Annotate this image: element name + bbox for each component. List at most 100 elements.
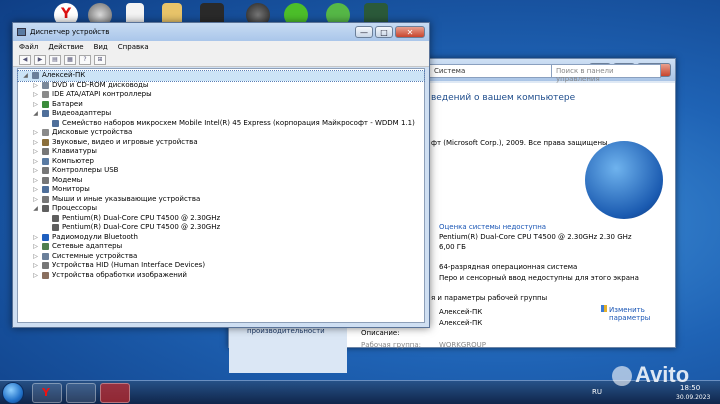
device-category-icon — [52, 224, 59, 231]
expand-arrow-icon[interactable]: ▷ — [32, 233, 39, 243]
performance-link[interactable]: производительности — [247, 327, 325, 335]
tree-item-label: Дисковые устройства — [52, 128, 133, 136]
tree-item[interactable]: ▷ Устройства HID (Human Interface Devices… — [18, 261, 424, 271]
device-manager-icon — [17, 28, 26, 36]
device-category-icon — [42, 186, 49, 193]
expand-arrow-icon[interactable]: ▷ — [32, 138, 39, 148]
tree-item[interactable]: ◢ Видеоадаптеры — [18, 109, 424, 119]
tree-item[interactable]: ▷ Системные устройства — [18, 252, 424, 262]
device-category-icon — [42, 110, 49, 117]
tree-item[interactable]: ▷ Звуковые, видео и игровые устройства — [18, 138, 424, 148]
tree-item-label: Устройства обработки изображений — [52, 270, 187, 279]
system-copyright: фт (Microsoft Corp.), 2009. Все права за… — [431, 139, 610, 147]
tree-item[interactable]: ◢ Процессоры — [18, 204, 424, 214]
taskbar-desktop[interactable] — [66, 383, 96, 403]
system-cpu: Pentium(R) Dual-Core CPU T4500 @ 2.30GHz… — [439, 233, 632, 241]
collapse-arrow-icon[interactable]: ◢ — [32, 109, 39, 119]
expand-arrow-icon[interactable]: ▷ — [32, 185, 39, 195]
avito-watermark: Avito — [612, 362, 689, 388]
forward-arrow-icon[interactable]: ▶ — [34, 54, 46, 65]
system-search-placeholder: Поиск в панели управления — [556, 67, 614, 83]
expand-arrow-icon[interactable]: ▷ — [32, 147, 39, 157]
system-search-input[interactable]: Поиск в панели управления — [551, 64, 661, 83]
menu-view[interactable]: Вид — [94, 43, 108, 51]
device-manager-titlebar[interactable]: Диспетчер устройств — □ ✕ — [13, 23, 429, 41]
tree-item-label: Мониторы — [52, 185, 90, 193]
tree-item[interactable]: ▷ Батареи — [18, 100, 424, 110]
taskbar-yandex[interactable]: Y — [32, 383, 62, 403]
device-category-icon — [42, 271, 49, 279]
expand-arrow-icon[interactable]: ▷ — [32, 242, 39, 252]
change-link-line2: параметры — [609, 314, 651, 322]
dm-toolbar: ◀ ▶ ▤ ▦ ? ⊞ — [13, 53, 429, 67]
tree-item-label: Модемы — [52, 175, 83, 184]
expand-arrow-icon[interactable]: ▷ — [32, 81, 39, 91]
tree-item[interactable]: ▷ Мыши и иные указывающие устройства — [18, 195, 424, 205]
tree-item-label: Pentium(R) Dual-Core CPU T4500 @ 2.30GHz — [62, 213, 221, 222]
tree-item[interactable]: ▷ Устройства обработки изображений — [18, 271, 424, 281]
system-left-pane: производительности — [229, 323, 347, 373]
expand-arrow-icon[interactable]: ▷ — [32, 252, 39, 262]
tree-item[interactable]: ▷ Клавиатуры — [18, 147, 424, 157]
expand-arrow-icon[interactable]: ▷ — [32, 195, 39, 205]
back-arrow-icon[interactable]: ◀ — [19, 54, 31, 65]
menu-file[interactable]: Файл — [19, 43, 38, 51]
menu-help[interactable]: Справка — [118, 43, 149, 51]
dm-minimize-button[interactable]: — — [355, 26, 373, 38]
tree-item-label: Контроллеры USB — [52, 166, 119, 174]
collapse-arrow-icon[interactable]: ◢ — [22, 71, 29, 81]
expand-arrow-icon[interactable]: ▷ — [32, 128, 39, 138]
tree-item[interactable]: ▷ DVD и CD-ROM дисководы — [18, 81, 424, 91]
expand-arrow-icon[interactable]: ▷ — [32, 100, 39, 110]
tree-item[interactable]: ▷ Мониторы — [18, 185, 424, 195]
expand-arrow-icon[interactable]: ▷ — [32, 271, 39, 281]
dm-maximize-button[interactable]: □ — [375, 26, 393, 38]
tree-item[interactable]: ▷ Модемы — [18, 176, 424, 186]
system-rating-link[interactable]: Оценка системы недоступна — [439, 223, 546, 231]
tree-item-label: Алексей-ПК — [42, 71, 86, 79]
properties-icon[interactable]: ▦ — [64, 54, 76, 65]
taskbar-date[interactable]: 30.09.2023 — [676, 394, 710, 401]
scan-hardware-icon[interactable]: ⊞ — [94, 54, 106, 65]
expand-arrow-icon[interactable]: ▷ — [32, 90, 39, 100]
device-manager-window: Диспетчер устройств — □ ✕ Файл Действие … — [12, 22, 430, 328]
expand-arrow-icon[interactable]: ▷ — [32, 261, 39, 271]
tree-root[interactable]: ◢ Алексей-ПК — [17, 70, 425, 82]
system-computer-name: Алексей-ПК — [439, 308, 483, 316]
shield-icon — [601, 305, 607, 312]
help-icon[interactable]: ? — [79, 54, 91, 65]
menu-action[interactable]: Действие — [48, 43, 83, 51]
tree-item[interactable]: ▷ Радиомодули Bluetooth — [18, 233, 424, 243]
tree-item[interactable]: ▷ Контроллеры USB — [18, 166, 424, 176]
tree-item-label: Pentium(R) Dual-Core CPU T4500 @ 2.30GHz — [62, 223, 221, 231]
dm-close-button[interactable]: ✕ — [395, 26, 425, 38]
tree-item-label: IDE ATA/ATAPI контроллеры — [52, 90, 152, 98]
device-category-icon — [42, 138, 49, 146]
taskbar-toolbox[interactable] — [100, 383, 130, 403]
tree-item[interactable]: ▷ Дисковые устройства — [18, 128, 424, 138]
device-category-icon — [52, 119, 59, 127]
tree-item[interactable]: Семейство наборов микросхем Mobile Intel… — [18, 119, 424, 129]
device-category-icon — [42, 157, 49, 165]
avito-logo-icon — [612, 366, 632, 387]
tree-item[interactable]: ▷ IDE ATA/ATAPI контроллеры — [18, 90, 424, 100]
system-pen-touch: Перо и сенсорный ввод недоступны для это… — [439, 274, 639, 282]
collapse-arrow-icon[interactable]: ◢ — [32, 204, 39, 214]
device-category-icon — [42, 252, 49, 260]
change-settings-link[interactable]: Изменить параметры — [601, 305, 650, 322]
start-button[interactable] — [2, 382, 24, 404]
tree-item[interactable]: Pentium(R) Dual-Core CPU T4500 @ 2.30GHz — [18, 223, 424, 233]
console-tree-icon[interactable]: ▤ — [49, 54, 61, 65]
expand-arrow-icon[interactable]: ▷ — [32, 176, 39, 186]
device-tree: ◢ Алексей-ПК ▷ DVD и CD-ROM дисководы ▷ IDE A… — [17, 68, 425, 323]
tree-item[interactable]: ▷ Сетевые адаптеры — [18, 242, 424, 252]
expand-arrow-icon[interactable]: ▷ — [32, 166, 39, 176]
tree-item-label: Клавиатуры — [52, 147, 97, 155]
device-category-icon — [42, 233, 49, 241]
tree-item-label: Системные устройства — [52, 251, 138, 260]
taskbar-language[interactable]: RU — [592, 388, 602, 396]
tree-item[interactable]: Pentium(R) Dual-Core CPU T4500 @ 2.30GHz — [18, 214, 424, 224]
windows-logo — [585, 141, 663, 219]
expand-arrow-icon[interactable]: ▷ — [32, 157, 39, 167]
tree-item[interactable]: ▷ Компьютер — [18, 157, 424, 167]
